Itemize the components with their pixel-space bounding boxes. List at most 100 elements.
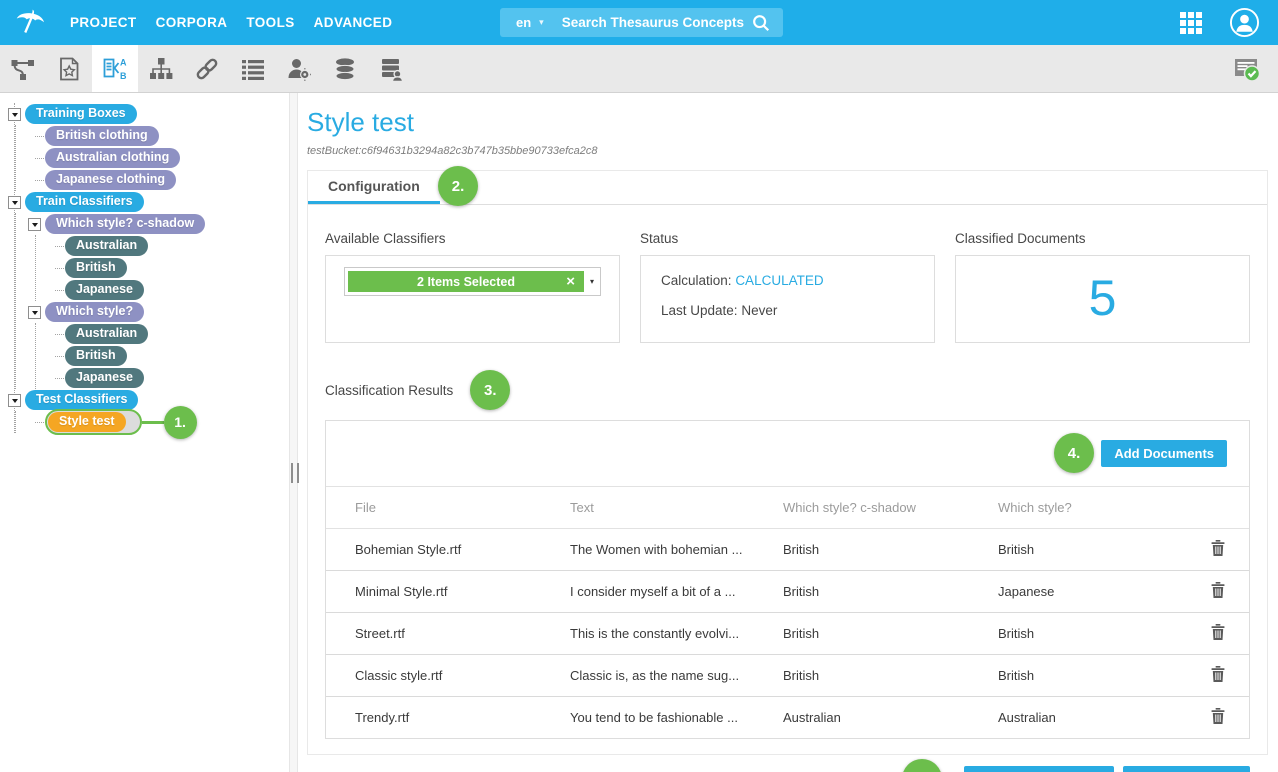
add-documents-button[interactable]: Add Documents: [1101, 440, 1227, 467]
classification-results-panel: 4. Add Documents FileTextWhich style? c-…: [325, 420, 1250, 739]
file-cell: Street.rtf: [326, 613, 570, 655]
delete-classifier-button[interactable]: Delete Classifier: [1123, 766, 1250, 772]
delete-row-icon[interactable]: [1211, 586, 1225, 601]
delete-row-icon[interactable]: [1211, 670, 1225, 685]
list-icon[interactable]: [230, 45, 276, 92]
file-cell: Classic style.rtf: [326, 655, 570, 697]
classified-documents-count: 5: [956, 256, 1249, 340]
tree-pill-training-boxes[interactable]: Training Boxes: [25, 104, 137, 125]
column-header-which-style-c-shadow: Which style? c-shadow: [783, 487, 998, 529]
style-cell: Japanese: [998, 571, 1194, 613]
step-badge-3: 3.: [470, 370, 510, 410]
tab-configuration[interactable]: Configuration: [308, 171, 440, 204]
apps-grid-icon[interactable]: [1180, 12, 1202, 34]
search-input[interactable]: [560, 14, 747, 31]
tree-pill-which-style[interactable]: Which style?: [45, 302, 144, 323]
tree-pill-australian[interactable]: Australian: [65, 236, 148, 257]
style-cell: Australian: [998, 697, 1194, 739]
main-nav: PROJECT CORPORA TOOLS ADVANCED: [70, 15, 392, 30]
tree-pill-train-classifiers[interactable]: Train Classifiers: [25, 192, 144, 213]
tree-pill-australian[interactable]: Australian: [65, 324, 148, 345]
text-cell: You tend to be fashionable ...: [570, 697, 783, 739]
nav-item-corpora[interactable]: CORPORA: [156, 15, 228, 30]
selected-node-ring: Style test: [45, 409, 142, 436]
column-header-text: Text: [570, 487, 783, 529]
classifier-ab-icon[interactable]: AB: [92, 45, 138, 92]
text-cell: This is the constantly evolvi...: [570, 613, 783, 655]
link-icon[interactable]: [184, 45, 230, 92]
table-row: Trendy.rtfYou tend to be fashionable ...…: [326, 697, 1249, 739]
user-avatar-icon[interactable]: [1229, 7, 1260, 38]
style-cell: British: [998, 655, 1194, 697]
tree-node-which-style-c-shadow: Which style? c-shadow: [28, 213, 289, 235]
tree-node-japanese: Japanese: [55, 279, 289, 301]
file-cell: Minimal Style.rtf: [326, 571, 570, 613]
tree-node-train-classifiers: Train Classifiers: [8, 191, 289, 213]
search-icon[interactable]: [751, 13, 771, 33]
tree-pill-japanese[interactable]: Japanese: [65, 280, 144, 301]
user-gear-icon[interactable]: [276, 45, 322, 92]
text-cell: The Women with bohemian ...: [570, 529, 783, 571]
collapse-arrow-icon[interactable]: [8, 394, 21, 407]
panel-splitter[interactable]: [290, 93, 298, 772]
tree-pill-japanese[interactable]: Japanese: [65, 368, 144, 389]
results-table: FileTextWhich style? c-shadowWhich style…: [326, 486, 1249, 738]
text-cell: I consider myself a bit of a ...: [570, 571, 783, 613]
tree-node-australian: Australian: [55, 235, 289, 257]
toolbar: AB: [0, 45, 1278, 93]
clear-selection-icon[interactable]: ×: [566, 273, 575, 290]
tab-bar: Configuration 2.: [308, 171, 1267, 205]
file-cell: Bohemian Style.rtf: [326, 529, 570, 571]
collapse-arrow-icon[interactable]: [8, 196, 21, 209]
poolparty-logo-icon[interactable]: [12, 5, 48, 41]
tree-pill-japanese-clothing[interactable]: Japanese clothing: [45, 170, 176, 191]
dropdown-arrow-icon[interactable]: ▾: [584, 268, 600, 295]
tree-pill-british[interactable]: British: [65, 258, 127, 279]
nav-item-advanced[interactable]: ADVANCED: [314, 15, 393, 30]
collapse-arrow-icon[interactable]: [28, 306, 41, 319]
available-classifiers-label: Available Classifiers: [325, 231, 620, 246]
tree-pill-british[interactable]: British: [65, 346, 127, 367]
tree-pill-which-style-c-shadow[interactable]: Which style? c-shadow: [45, 214, 205, 235]
classifier-multiselect[interactable]: 2 Items Selected × ▾: [344, 267, 601, 296]
flow-icon[interactable]: [0, 45, 46, 92]
tree-pill-australian-clothing[interactable]: Australian clothing: [45, 148, 180, 169]
taxonomy-tree: Training BoxesBritish clothingAustralian…: [0, 93, 290, 772]
nav-item-project[interactable]: PROJECT: [70, 15, 137, 30]
selected-items-pill[interactable]: 2 Items Selected ×: [348, 271, 584, 292]
tree-node-japanese: Japanese: [55, 367, 289, 389]
language-selector[interactable]: en ▾: [516, 15, 544, 30]
collapse-arrow-icon[interactable]: [8, 108, 21, 121]
classified-documents-label: Classified Documents: [955, 231, 1250, 246]
classified-documents-box: 5: [955, 255, 1250, 343]
splitter-grip-icon[interactable]: [291, 463, 299, 483]
delete-row-icon[interactable]: [1211, 712, 1225, 727]
document-star-icon[interactable]: [46, 45, 92, 92]
thesaurus-search: en ▾: [500, 8, 783, 37]
tree-pill-british-clothing[interactable]: British clothing: [45, 126, 159, 147]
c-shadow-cell: British: [783, 655, 998, 697]
collapse-arrow-icon[interactable]: [28, 218, 41, 231]
available-classifiers-box: 2 Items Selected × ▾: [325, 255, 620, 343]
last-update-label: Last Update:: [661, 303, 738, 318]
delete-row-icon[interactable]: [1211, 628, 1225, 643]
status-box: Calculation: CALCULATED Last Update: Nev…: [640, 255, 935, 343]
status-label: Status: [640, 231, 935, 246]
text-cell: Classic is, as the name sug...: [570, 655, 783, 697]
tree-pill-test-classifiers[interactable]: Test Classifiers: [25, 390, 138, 411]
calculation-label: Calculation:: [661, 273, 732, 288]
last-update-value: Never: [741, 303, 777, 318]
tree-pill-style-test[interactable]: Style test: [48, 412, 126, 433]
classify-documents-button[interactable]: Classify Documents: [964, 766, 1114, 772]
database-icon[interactable]: [322, 45, 368, 92]
document-check-icon[interactable]: [1216, 45, 1278, 92]
tree-node-style-test: Style test1.: [35, 411, 289, 433]
table-row: Street.rtfThis is the constantly evolvi.…: [326, 613, 1249, 655]
table-row: Minimal Style.rtfI consider myself a bit…: [326, 571, 1249, 613]
server-user-icon[interactable]: [368, 45, 414, 92]
svg-text:B: B: [120, 71, 127, 81]
delete-row-icon[interactable]: [1211, 544, 1225, 559]
taxonomy-icon[interactable]: [138, 45, 184, 92]
nav-item-tools[interactable]: TOOLS: [246, 15, 294, 30]
chevron-down-icon: ▾: [539, 18, 544, 27]
